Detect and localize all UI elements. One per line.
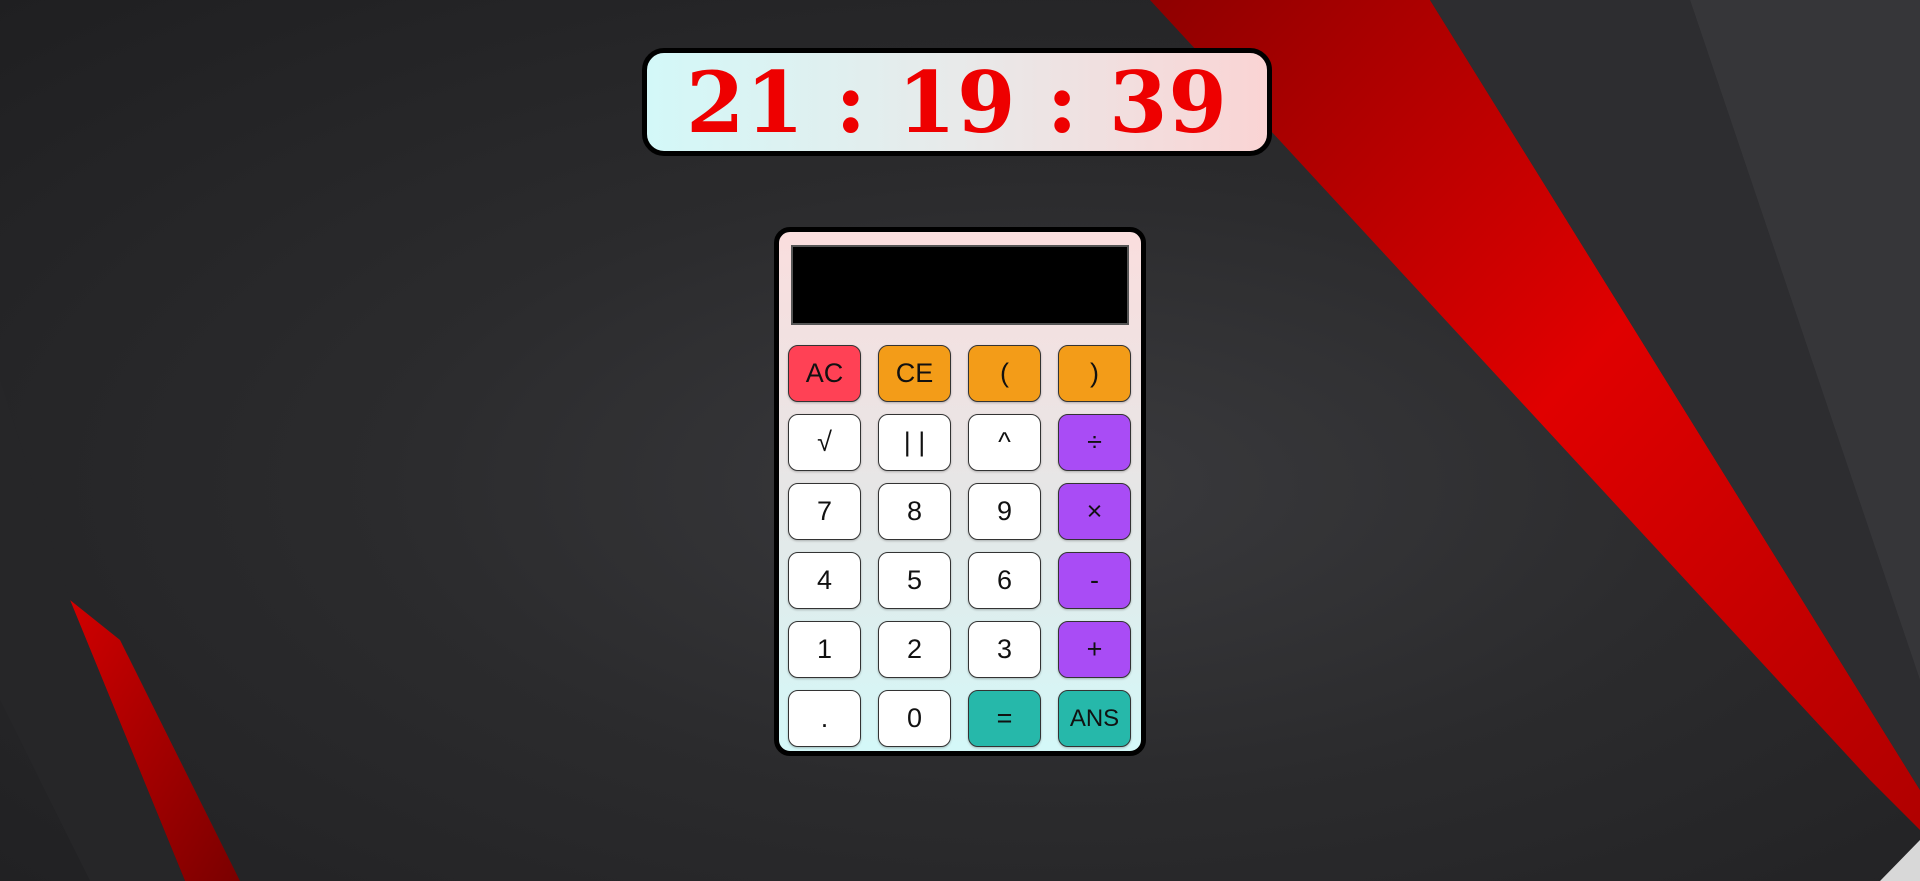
all-clear-button[interactable]: AC	[788, 345, 861, 402]
divide-button[interactable]: ÷	[1058, 414, 1131, 471]
digit-9-button[interactable]: 9	[968, 483, 1041, 540]
square-root-button[interactable]: √	[788, 414, 861, 471]
equals-button[interactable]: =	[968, 690, 1041, 747]
keypad: AC CE () √ | | ^ ÷ 7 8 9 × 4 5 6- 1 2 3 +. 0 = ANS	[788, 345, 1131, 747]
clear-entry-button[interactable]: CE	[878, 345, 951, 402]
digit-1-button[interactable]: 1	[788, 621, 861, 678]
absolute-value-button[interactable]: | |	[878, 414, 951, 471]
digit-3-button[interactable]: 3	[968, 621, 1041, 678]
open-paren-button[interactable]: (	[968, 345, 1041, 402]
digit-4-button[interactable]: 4	[788, 552, 861, 609]
digit-5-button[interactable]: 5	[878, 552, 951, 609]
digit-0-button[interactable]: 0	[878, 690, 951, 747]
subtract-button[interactable]: -	[1058, 552, 1131, 609]
multiply-button[interactable]: ×	[1058, 483, 1131, 540]
answer-button[interactable]: ANS	[1058, 690, 1131, 747]
add-button[interactable]: +	[1058, 621, 1131, 678]
calculator-display	[791, 245, 1129, 325]
decimal-point-button[interactable]: .	[788, 690, 861, 747]
digit-8-button[interactable]: 8	[878, 483, 951, 540]
digit-6-button[interactable]: 6	[968, 552, 1041, 609]
calculator: AC CE () √ | | ^ ÷ 7 8 9 × 4 5 6- 1 2 3 +. 0 = ANS	[774, 227, 1146, 756]
digit-2-button[interactable]: 2	[878, 621, 951, 678]
digital-clock: 21 : 19 : 39	[642, 48, 1272, 156]
close-paren-button[interactable]: )	[1058, 345, 1131, 402]
clock-time: 21 : 19 : 39	[686, 53, 1228, 152]
power-button[interactable]: ^	[968, 414, 1041, 471]
digit-7-button[interactable]: 7	[788, 483, 861, 540]
